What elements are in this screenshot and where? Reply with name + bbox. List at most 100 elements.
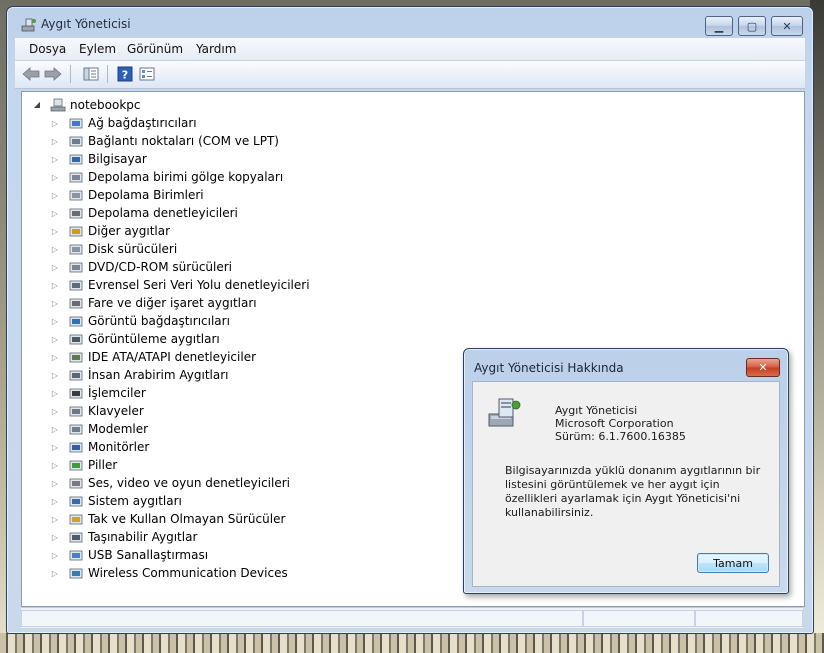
tree-item[interactable]: ▷ Disk sürücüleri [50,240,177,258]
expand-triangle-icon[interactable]: ▷ [50,424,60,434]
tree-item[interactable]: ▷ İşlemciler [50,384,146,402]
properties-button[interactable] [137,65,157,83]
expand-triangle-icon[interactable]: ▷ [50,118,60,128]
tree-item[interactable]: ▷ IDE ATA/ATAPI denetleyiciler [50,348,256,366]
expand-triangle-icon[interactable]: ▷ [50,298,60,308]
tree-item[interactable]: ▷ Görüntü bağdaştırıcıları [50,312,230,330]
computer-icon [69,154,83,165]
help-icon: ? [117,66,133,82]
expand-triangle-icon[interactable]: ▷ [50,478,60,488]
about-dialog-body: Aygıt Yöneticisi Microsoft Corporation S… [472,381,780,587]
tree-item-label: USB Sanallaştırması [88,548,209,562]
network-adapter-icon [69,118,83,129]
tree-item[interactable]: ▷ Taşınabilir Aygıtlar [50,528,197,546]
expand-triangle-icon[interactable]: ▷ [50,244,60,254]
expand-triangle-icon[interactable]: ▷ [50,262,60,272]
tree-item[interactable]: ▷ Sistem aygıtları [50,492,182,510]
modem-icon [69,424,83,435]
expand-triangle-icon[interactable]: ▷ [50,532,60,542]
tree-item[interactable]: ▷ İnsan Arabirim Aygıtları [50,366,229,384]
expand-triangle-icon[interactable]: ▷ [50,172,60,182]
properties-icon [139,67,155,81]
hid-icon [69,370,83,381]
expand-triangle-icon[interactable]: ▷ [50,280,60,290]
keyboard-icon [69,406,83,417]
menu-help[interactable]: Yardım [196,42,236,56]
expand-triangle-icon[interactable]: ▷ [50,406,60,416]
expand-triangle-icon[interactable]: ▷ [50,514,60,524]
tree-item[interactable]: ▷ Klavyeler [50,402,144,420]
display-adapter-icon [69,316,83,327]
tree-item-label: Diğer aygıtlar [88,224,171,238]
tree-item-label: Ağ bağdaştırıcıları [88,116,197,130]
tree-item-label: Klavyeler [88,404,144,418]
about-app-name: Aygıt Yöneticisi [555,404,638,417]
tree-item[interactable]: ▷ Monitörler [50,438,149,456]
tree-item[interactable]: ▷ Diğer aygıtlar [50,222,170,240]
expand-triangle-icon[interactable]: ▷ [50,568,60,578]
menu-file[interactable]: Dosya [29,42,66,56]
ok-button[interactable]: Tamam [697,553,769,573]
tree-item-label: Fare ve diğer işaret aygıtları [88,296,257,310]
back-button[interactable] [21,65,41,83]
show-hide-console-tree-button[interactable] [81,65,101,83]
expand-triangle-icon[interactable]: ▷ [50,190,60,200]
tree-item-label: Tak ve Kullan Olmayan Sürücüler [88,512,286,526]
expand-triangle-icon[interactable]: ▷ [50,334,60,344]
menu-view[interactable]: Görünüm [127,42,183,56]
expand-triangle-icon[interactable]: ▷ [50,388,60,398]
tree-item-label: Evrensel Seri Veri Yolu denetleyicileri [88,278,310,292]
tree-item[interactable]: ▷ Ağ bağdaştırıcıları [50,114,197,132]
expand-triangle-icon[interactable]: ▷ [50,136,60,146]
tree-item[interactable]: ▷ Depolama Birimleri [50,186,204,204]
expand-triangle-icon[interactable]: ▷ [50,154,60,164]
tree-item[interactable]: ▷ Wireless Communication Devices [50,564,288,582]
expand-triangle-icon[interactable]: ▷ [50,316,60,326]
expand-triangle-icon[interactable]: ▷ [50,496,60,506]
about-dialog-close-button[interactable]: ✕ [746,358,780,377]
expand-triangle-icon[interactable]: ▷ [50,208,60,218]
tree-item[interactable]: ▷ USB Sanallaştırması [50,546,208,564]
tree-root-node[interactable]: ◢ notebookpc [32,96,141,113]
expand-triangle-icon[interactable]: ▷ [50,226,60,236]
about-company: Microsoft Corporation [555,417,674,430]
tree-item-label: DVD/CD-ROM sürücüleri [88,260,233,274]
wireless-device-icon [69,568,83,579]
forward-arrow-icon [44,67,62,81]
tree-item[interactable]: ▷ Modemler [50,420,148,438]
close-button[interactable]: ✕ [771,16,803,36]
tree-item[interactable]: ▷ Piller [50,456,117,474]
tree-item[interactable]: ▷ Depolama denetleyicileri [50,204,238,222]
console-tree-icon [83,67,99,81]
expand-triangle-icon[interactable]: ▷ [50,442,60,452]
expand-triangle-icon[interactable]: ▷ [50,460,60,470]
forward-button[interactable] [43,65,63,83]
tree-item[interactable]: ▷ Tak ve Kullan Olmayan Sürücüler [50,510,285,528]
tree-item[interactable]: ▷ Bilgisayar [50,150,147,168]
minimize-button[interactable]: ▁ [705,16,733,36]
expand-triangle-icon[interactable]: ▷ [50,352,60,362]
title-bar[interactable]: Aygıt Yöneticisi ▁ ▢ ✕ [7,7,813,37]
tree-item[interactable]: ▷ Görüntüleme aygıtları [50,330,220,348]
tree-item[interactable]: ▷ Bağlantı noktaları (COM ve LPT) [50,132,279,150]
expand-triangle-icon[interactable]: ▷ [50,370,60,380]
portable-device-icon [69,532,83,543]
expand-triangle-icon[interactable]: ▷ [50,550,60,560]
battery-icon [69,460,83,471]
tree-item[interactable]: ▷ DVD/CD-ROM sürücüleri [50,258,232,276]
tree-item[interactable]: ▷ Depolama birimi gölge kopyaları [50,168,283,186]
tree-item-label: Modemler [88,422,149,436]
menu-action[interactable]: Eylem [79,42,116,56]
help-button[interactable]: ? [115,65,135,83]
computer-icon [50,98,66,111]
status-bar [21,607,803,628]
tree-item-label: Ses, video ve oyun denetleyicileri [88,476,291,490]
collapse-triangle-icon[interactable]: ◢ [32,100,42,110]
imaging-device-icon [69,334,83,345]
tree-item[interactable]: ▷ Evrensel Seri Veri Yolu denetleyicileri [50,276,310,294]
maximize-button[interactable]: ▢ [738,16,766,36]
tree-item[interactable]: ▷ Ses, video ve oyun denetleyicileri [50,474,290,492]
processor-icon [69,388,83,399]
tree-item-label: Disk sürücüleri [88,242,178,256]
tree-item[interactable]: ▷ Fare ve diğer işaret aygıtları [50,294,257,312]
